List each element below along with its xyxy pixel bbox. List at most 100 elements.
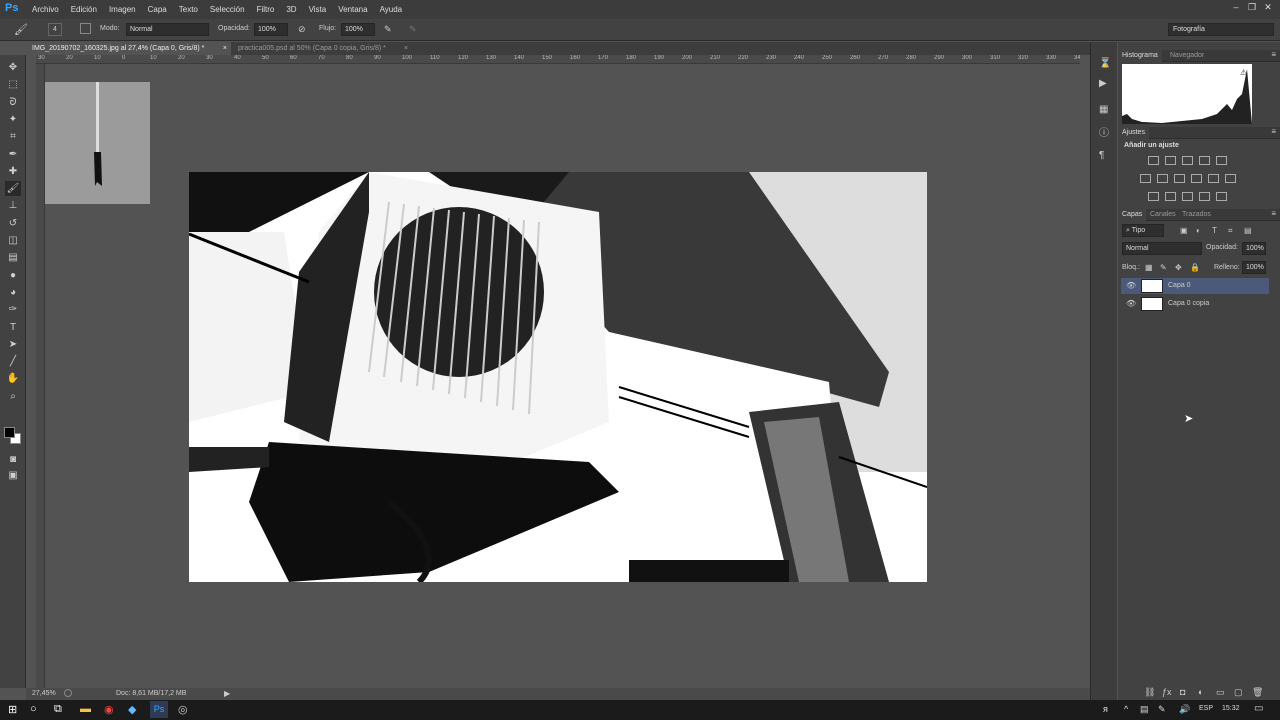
pressure-size-icon[interactable]: ✎ [409,24,417,35]
photo-filter-icon[interactable] [1191,174,1202,183]
zoom-level[interactable]: 27,45% [32,690,56,697]
airbrush-icon[interactable]: ✎ [384,24,392,35]
tab-paths[interactable]: Trazados [1178,209,1215,221]
volume-icon[interactable]: 🔊 [1179,704,1190,715]
healing-tool-icon[interactable]: ✚ [5,164,21,179]
link-layers-icon[interactable]: ⛓ [1144,687,1155,698]
lock-all-icon[interactable]: 🔒 [1190,263,1200,272]
pressure-opacity-icon[interactable]: ⊘ [298,24,306,35]
windows-start-icon[interactable]: ⊞ [8,703,17,716]
selective-color-icon[interactable] [1216,192,1227,201]
tab-layers[interactable]: Capas [1118,209,1147,221]
visibility-eye-icon[interactable]: 👁 [1126,296,1136,312]
tab-close-icon[interactable]: × [223,42,227,55]
levels-icon[interactable] [1165,156,1176,165]
notifications-icon[interactable]: ▭ [1254,703,1263,714]
brush-panel-icon[interactable] [80,23,91,34]
quick-select-tool-icon[interactable]: ✦ [5,112,21,127]
menu-item-ventana[interactable]: Ventana [332,0,373,19]
new-adjustment-icon[interactable]: ◐ [1198,687,1203,697]
tab-histogram[interactable]: Histograma [1118,50,1162,62]
tray-arrow-icon[interactable]: ^ [1124,704,1128,714]
exposure-icon[interactable] [1199,156,1210,165]
visibility-eye-icon[interactable]: 👁 [1126,278,1136,294]
curves-icon[interactable] [1182,156,1193,165]
filter-pixel-icon[interactable]: ▣ [1180,226,1188,235]
color-balance-icon[interactable] [1157,174,1168,183]
panel-menu-icon[interactable]: ≡ [1271,127,1276,136]
filter-type-icon[interactable]: T [1212,226,1217,235]
history-brush-icon[interactable]: ↺ [5,216,21,231]
mode-select[interactable]: Normal [126,23,209,36]
status-menu-arrow-icon[interactable]: ▶ [224,689,230,698]
info-icon[interactable]: ⓘ [1099,124,1109,139]
gradient-map-icon[interactable] [1199,192,1210,201]
tab-document-1[interactable]: IMG_20190702_160325.jpg al 27,4% (Capa 0… [26,42,231,55]
minimize-button[interactable]: – [1228,0,1244,15]
steam-icon[interactable]: ◆ [128,703,136,716]
history-icon[interactable]: ⌛ [1099,58,1111,69]
lasso-tool-icon[interactable]: ᘐ [5,95,21,110]
layer-row[interactable]: 👁 Capa 0 copia [1121,296,1269,312]
marquee-tool-icon[interactable]: ⬚ [5,77,21,92]
network-icon[interactable]: ▤ [1140,704,1149,715]
layer-filter-select[interactable]: ⌕ Tipo [1122,224,1164,237]
menu-item-texto[interactable]: Texto [173,0,204,19]
close-button[interactable]: ✕ [1260,0,1276,15]
pen-icon[interactable]: ✎ [1158,704,1166,715]
type-tool-icon[interactable]: T [5,320,21,335]
search-icon[interactable]: ○ [30,703,37,715]
tab-document-2[interactable]: practica005.psd al 50% (Capa 0 copia, Gr… [232,42,412,55]
brush-tool-icon[interactable]: 🖌 [5,181,21,197]
hue-icon[interactable] [1140,174,1151,183]
restore-button[interactable]: ❐ [1244,0,1260,15]
warning-icon[interactable]: ⚠ [1240,68,1247,77]
blend-mode-select[interactable]: Normal [1122,242,1202,255]
menu-item-vista[interactable]: Vista [303,0,333,19]
menu-item-ayuda[interactable]: Ayuda [374,0,409,19]
paragraph-icon[interactable]: ¶ [1099,150,1104,161]
gradient-tool-icon[interactable]: ▤ [5,250,21,265]
posterize-icon[interactable] [1165,192,1176,201]
filter-shape-icon[interactable]: ⌗ [1228,226,1233,236]
tab-channels[interactable]: Canales [1146,209,1180,221]
lock-transparency-icon[interactable]: ▦ [1145,263,1153,272]
eyedropper-tool-icon[interactable]: ✒ [5,147,21,162]
opacity-input[interactable]: 100% [254,23,288,36]
filter-smart-icon[interactable]: ▤ [1244,226,1252,235]
task-view-icon[interactable]: ⧉ [54,703,62,716]
invert-icon[interactable] [1148,192,1159,201]
people-icon[interactable]: ᴙ [1103,704,1108,714]
chrome-icon[interactable]: ◉ [104,703,114,716]
brightness-icon[interactable] [1148,156,1159,165]
delete-layer-icon[interactable]: 🗑 [1252,687,1263,698]
language-indicator[interactable]: ESP [1199,705,1213,712]
crop-tool-icon[interactable]: ⌗ [5,129,21,144]
tab-close-icon[interactable]: × [404,42,408,55]
line-tool-icon[interactable]: ╱ [5,354,21,369]
menu-item-archivo[interactable]: Archivo [26,0,65,19]
document-image[interactable] [189,172,927,582]
hand-tool-icon[interactable]: ✋ [5,371,21,386]
clone-stamp-tool-icon[interactable]: ⊥ [5,198,21,213]
eraser-tool-icon[interactable]: ◫ [5,233,21,248]
share-icon[interactable] [64,689,72,697]
flow-input[interactable]: 100% [341,23,375,36]
panel-menu-icon[interactable]: ≡ [1271,50,1276,59]
zoom-tool-icon[interactable]: ⌕ [5,389,21,404]
fill-input[interactable]: 100% [1242,261,1266,274]
tab-navigator[interactable]: Navegador [1166,50,1208,62]
workspace-select[interactable]: Fotografía [1168,23,1274,36]
screen-mode-icon[interactable]: ▣ [5,468,21,483]
filter-adjust-icon[interactable]: ◐ [1196,226,1201,235]
blur-tool-icon[interactable]: ● [5,268,21,283]
menu-item-seleccin[interactable]: Selección [204,0,251,19]
lock-paint-icon[interactable]: ✎ [1160,263,1167,272]
photoshop-taskbar-icon[interactable]: Ps [150,701,168,718]
obs-icon[interactable]: ◎ [178,703,188,716]
lock-move-icon[interactable]: ✥ [1175,263,1182,272]
menu-item-capa[interactable]: Capa [142,0,173,19]
quick-mask-icon[interactable]: ◙ [5,452,21,467]
file-explorer-icon[interactable]: ▬ [80,703,91,715]
add-mask-icon[interactable]: ◘ [1180,687,1185,697]
